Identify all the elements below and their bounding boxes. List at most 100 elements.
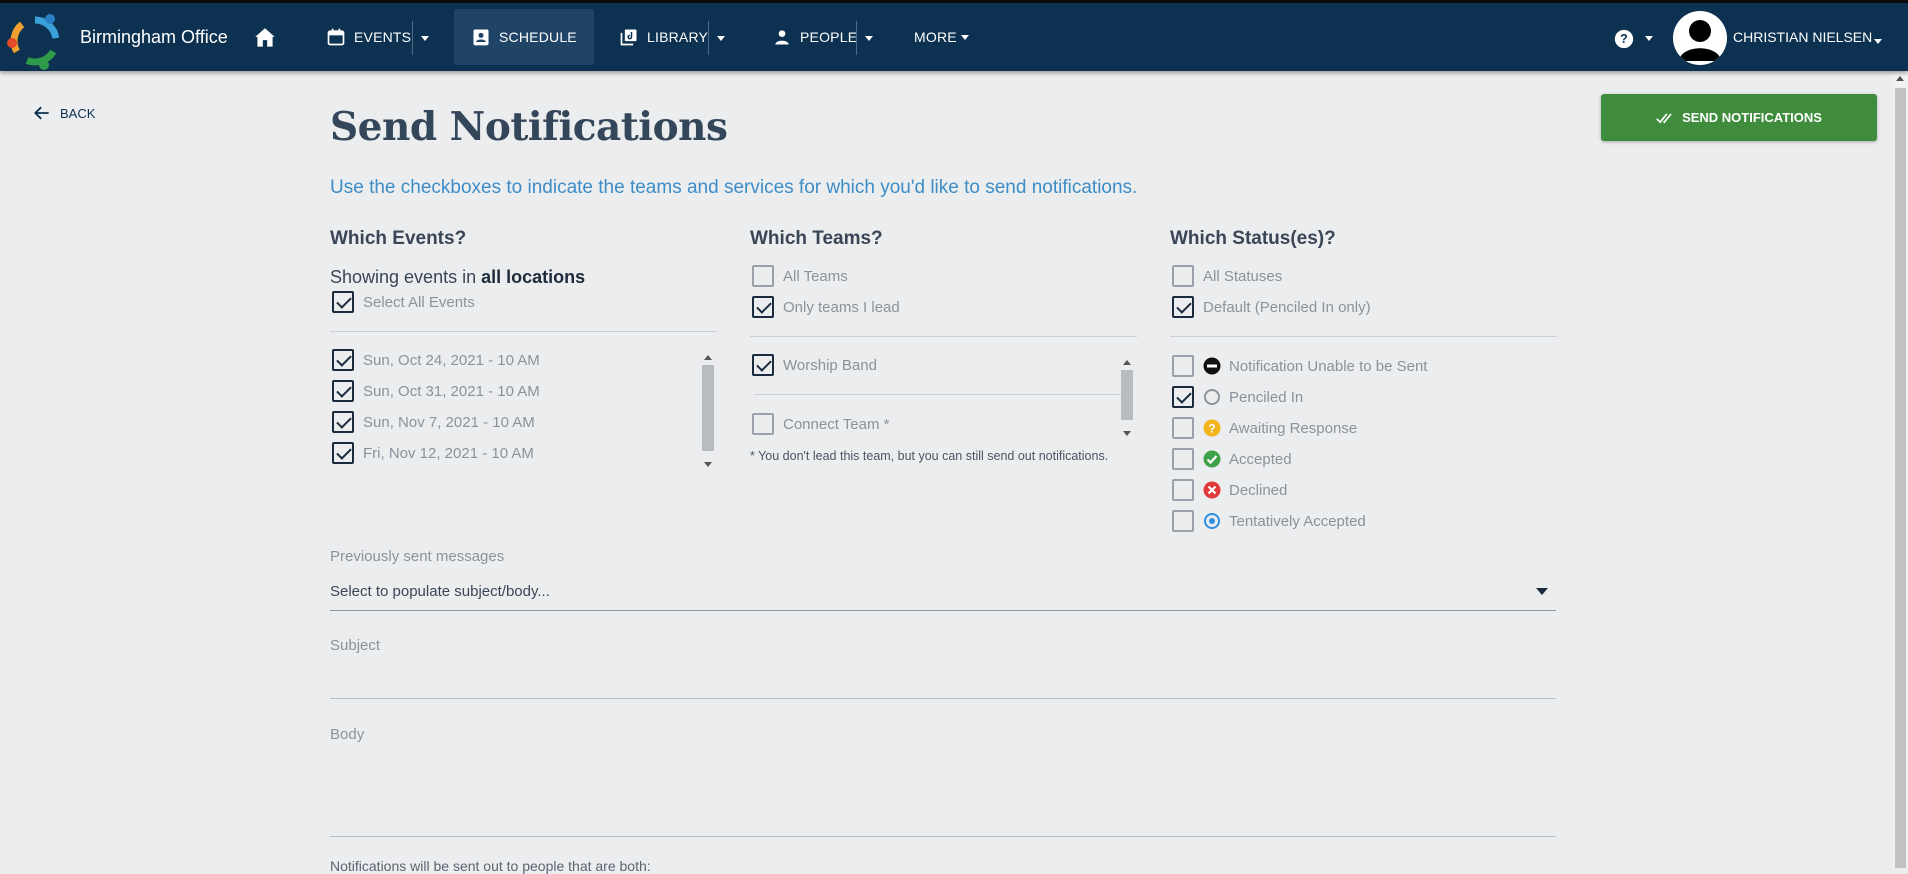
select-all-events-label: Select All Events (363, 293, 475, 311)
status-label: Declined (1229, 481, 1288, 499)
person-icon (775, 30, 789, 45)
send-notifications-label: SEND NOTIFICATIONS (1682, 110, 1822, 125)
help-dropdown-icon[interactable] (1645, 36, 1653, 41)
check-circle-icon (1203, 450, 1221, 468)
dot-circle-icon (1204, 513, 1220, 529)
status-checkbox[interactable] (1172, 386, 1194, 408)
home-icon[interactable] (252, 25, 278, 51)
only-my-teams-checkbox[interactable] (752, 296, 774, 318)
events-dropdown-toggle[interactable] (412, 21, 436, 55)
select-all-events-row[interactable]: Select All Events (332, 291, 475, 313)
nav-more[interactable]: MORE (914, 9, 969, 65)
default-status-checkbox[interactable] (1172, 296, 1194, 318)
nav-people-label: PEOPLE (800, 29, 858, 45)
nav-schedule[interactable]: SCHEDULE (454, 9, 594, 65)
back-button[interactable]: BACK (32, 103, 95, 123)
all-teams-checkbox[interactable] (752, 265, 774, 287)
chevron-down-icon (960, 34, 969, 40)
send-notifications-button[interactable]: SEND NOTIFICATIONS (1601, 94, 1877, 141)
team-checkbox[interactable] (752, 354, 774, 376)
status-item[interactable]: ? Awaiting Response (1172, 417, 1357, 439)
dropdown-arrow-icon (1536, 588, 1548, 595)
default-status-row[interactable]: Default (Penciled In only) (1172, 296, 1371, 318)
user-name[interactable]: CHRISTIAN NIELSEN (1733, 29, 1872, 45)
event-item[interactable]: Sun, Oct 31, 2021 - 10 AM (332, 380, 540, 402)
people-dropdown-toggle[interactable] (856, 21, 880, 55)
event-label: Fri, Nov 12, 2021 - 10 AM (363, 444, 534, 462)
chevron-down-icon (716, 35, 725, 41)
all-statuses-label: All Statuses (1203, 267, 1283, 285)
help-icon[interactable]: ? (1614, 29, 1634, 49)
empty-circle-icon (1204, 389, 1220, 405)
status-label: Tentatively Accepted (1229, 512, 1366, 530)
top-navigation-bar: Birmingham Office EVENTS SCHEDULE LIBRAR… (0, 0, 1908, 71)
status-label: Accepted (1229, 450, 1292, 468)
brand-name[interactable]: Birmingham Office (80, 3, 228, 71)
status-label: Awaiting Response (1229, 419, 1358, 437)
scroll-down-icon[interactable] (704, 462, 712, 467)
status-item[interactable]: Declined (1172, 479, 1287, 501)
page-scrollbar[interactable] (1893, 72, 1908, 868)
status-checkbox[interactable] (1172, 479, 1194, 501)
status-item[interactable]: Notification Unable to be Sent (1172, 355, 1427, 377)
user-avatar[interactable] (1673, 11, 1727, 65)
status-item[interactable]: Accepted (1172, 448, 1292, 470)
event-checkbox[interactable] (332, 380, 354, 402)
default-status-label: Default (Penciled In only) (1203, 298, 1371, 316)
schedule-icon (473, 29, 489, 46)
instructions-text: Use the checkboxes to indicate the teams… (330, 177, 1138, 198)
location-link[interactable]: all locations (481, 267, 585, 287)
status-item[interactable]: Tentatively Accepted (1172, 510, 1366, 532)
scroll-up-icon[interactable] (1123, 360, 1131, 365)
calendar-icon (327, 28, 345, 46)
subject-input[interactable] (330, 640, 1556, 699)
only-my-teams-label: Only teams I lead (783, 298, 900, 316)
body-textarea[interactable] (330, 729, 1556, 837)
event-item[interactable]: Fri, Nov 12, 2021 - 10 AM (332, 442, 534, 464)
status-checkbox[interactable] (1172, 510, 1194, 532)
nav-events[interactable]: EVENTS (326, 9, 411, 65)
all-teams-row[interactable]: All Teams (752, 265, 848, 287)
team-item[interactable]: Worship Band (752, 354, 877, 376)
status-item[interactable]: Penciled In (1172, 386, 1303, 408)
only-my-teams-row[interactable]: Only teams I lead (752, 296, 900, 318)
page-scroll-thumb[interactable] (1895, 88, 1906, 868)
nav-schedule-label: SCHEDULE (499, 29, 577, 45)
nav-library-label: LIBRARY (647, 29, 709, 45)
previous-messages-label: Previously sent messages (330, 548, 505, 565)
status-checkbox[interactable] (1172, 355, 1194, 377)
chevron-down-icon (420, 35, 429, 41)
app-logo[interactable] (4, 10, 66, 72)
team-checkbox[interactable] (752, 413, 774, 435)
scroll-up-icon[interactable] (704, 355, 712, 360)
status-checkbox[interactable] (1172, 448, 1194, 470)
all-teams-label: All Teams (783, 267, 848, 285)
nav-events-label: EVENTS (354, 29, 412, 45)
status-checkbox[interactable] (1172, 417, 1194, 439)
team-divider (754, 394, 1122, 395)
previous-messages-select[interactable]: Select to populate subject/body... (330, 583, 1556, 611)
all-statuses-checkbox[interactable] (1172, 265, 1194, 287)
event-checkbox[interactable] (332, 442, 354, 464)
event-item[interactable]: Sun, Oct 24, 2021 - 10 AM (332, 349, 540, 371)
teams-scroll-thumb[interactable] (1121, 370, 1133, 420)
scroll-up-icon[interactable] (1896, 76, 1904, 81)
library-dropdown-toggle[interactable] (708, 21, 732, 55)
user-menu-chevron-icon[interactable] (1874, 39, 1882, 44)
events-divider (330, 331, 717, 332)
event-item[interactable]: Sun, Nov 7, 2021 - 10 AM (332, 411, 535, 433)
events-scroll-thumb[interactable] (702, 365, 714, 451)
location-filter-text: Showing events in all locations (330, 267, 585, 288)
scroll-down-icon[interactable] (1123, 431, 1131, 436)
event-label: Sun, Oct 24, 2021 - 10 AM (363, 351, 540, 369)
svg-text:?: ? (1208, 422, 1215, 436)
nav-people[interactable]: PEOPLE (772, 9, 857, 65)
statuses-divider (1170, 336, 1557, 337)
event-checkbox[interactable] (332, 411, 354, 433)
event-checkbox[interactable] (332, 349, 354, 371)
teams-divider (750, 336, 1137, 337)
all-statuses-row[interactable]: All Statuses (1172, 265, 1282, 287)
team-item[interactable]: Connect Team * (752, 413, 889, 435)
select-all-events-checkbox[interactable] (332, 291, 354, 313)
nav-library[interactable]: LIBRARY (619, 9, 708, 65)
